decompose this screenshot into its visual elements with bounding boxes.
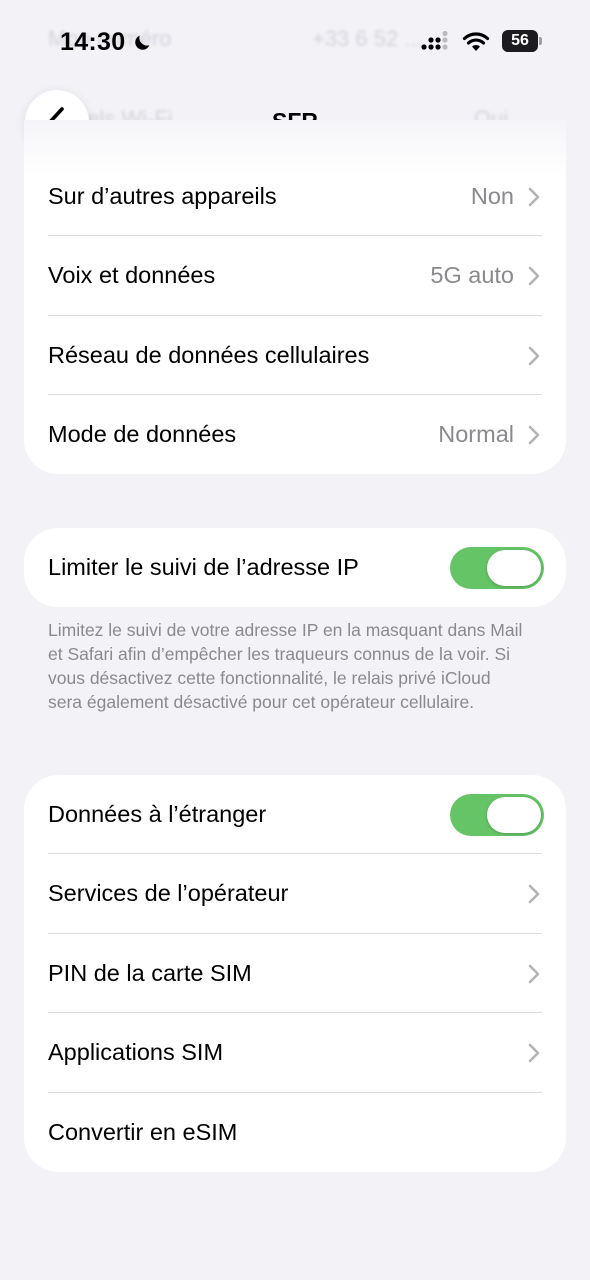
status-bar-indicators: 56 (420, 30, 542, 52)
row-label: Réseau de données cellulaires (48, 342, 370, 368)
convert-to-esim-button[interactable]: Convertir en eSIM (24, 1093, 542, 1172)
limit-ip-tracking-toggle[interactable] (450, 546, 544, 589)
battery-level: 56 (511, 32, 529, 49)
toggle-knob (487, 549, 541, 586)
cellular-signal-icon (421, 30, 448, 50)
row-label: Données à l’étranger (48, 801, 267, 827)
chevron-right-icon (528, 346, 540, 365)
chevron-right-icon (528, 425, 540, 444)
row-label: Services de l’opérateur (48, 880, 289, 906)
row-other-devices[interactable]: Sur d’autres appareils Non (24, 157, 542, 236)
status-bar-time: 14:30 (60, 28, 153, 57)
chevron-right-icon (528, 884, 540, 903)
row-limit-ip-tracking: Limiter le suivi de l’adresse IP (24, 528, 544, 607)
row-label: PIN de la carte SIM (48, 960, 252, 986)
row-carrier-services[interactable]: Services de l’opérateur (24, 854, 542, 933)
convert-to-esim-label: Convertir en eSIM (48, 1119, 238, 1145)
row-sim-pin[interactable]: PIN de la carte SIM (24, 934, 542, 1013)
row-voice-data[interactable]: Voix et données 5G auto (24, 236, 542, 315)
row-label: Voix et données (48, 262, 216, 288)
moon-icon (135, 35, 150, 50)
wifi-icon (462, 32, 490, 51)
chevron-right-icon (528, 266, 540, 285)
row-value: Non (470, 183, 514, 209)
row-label: Sur d’autres appareils (48, 183, 277, 209)
background-row-number-value: +33 6 52 ... (312, 26, 423, 51)
chevron-right-icon (528, 1043, 540, 1062)
chevron-right-icon (528, 187, 540, 206)
battery-icon: 56 (502, 30, 542, 52)
row-label: Limiter le suivi de l’adresse IP (48, 554, 359, 580)
time-text: 14:30 (60, 28, 126, 56)
ip-tracking-footnote: Limitez le suivi de votre adresse IP en … (48, 620, 523, 712)
row-data-mode[interactable]: Mode de données Normal (24, 395, 542, 474)
data-roaming-toggle[interactable] (450, 793, 544, 836)
chevron-right-icon (528, 964, 540, 983)
row-label: Mode de données (48, 421, 237, 447)
row-label: Applications SIM (48, 1039, 224, 1065)
row-data-roaming: Données à l’étranger (24, 775, 544, 854)
row-value: 5G auto (430, 262, 514, 288)
toggle-knob (487, 796, 541, 833)
battery-tip (539, 37, 542, 45)
row-cellular-data-network[interactable]: Réseau de données cellulaires (24, 316, 542, 395)
row-sim-applications[interactable]: Applications SIM (24, 1013, 542, 1092)
row-value: Normal (438, 421, 514, 447)
